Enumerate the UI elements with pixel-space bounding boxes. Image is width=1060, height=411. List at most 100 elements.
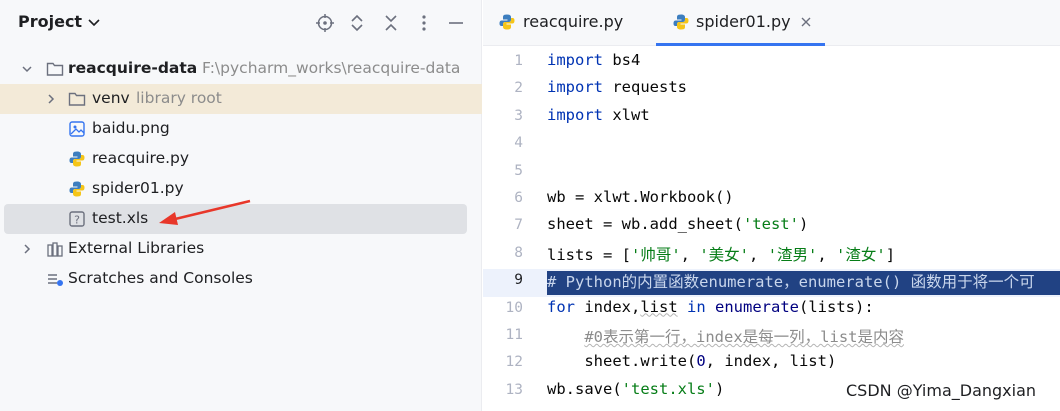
python-file-icon <box>673 14 689 30</box>
tree-item-root[interactable]: reacquire-data F:\pycharm_works\reacquir… <box>4 54 467 84</box>
line-number: 6 <box>514 190 523 206</box>
project-panel: Project reacquire-data F:\pycharm_works\… <box>0 0 482 411</box>
code-token: import <box>547 51 603 69</box>
code-token: enumerate <box>715 297 800 316</box>
tree-item-label: reacquire-data <box>68 59 198 77</box>
code-token: wb = xlwt.Workbook() <box>547 188 734 206</box>
tree-item-file[interactable]: baidu.png <box>4 114 467 144</box>
code-line[interactable]: sheet.write(0, index, list) <box>547 352 836 370</box>
tree-item-note: library root <box>136 89 222 107</box>
unknown-file-icon: ? <box>69 211 85 227</box>
tree-item-label: Scratches and Consoles <box>68 269 253 287</box>
line-number: 12 <box>505 354 523 371</box>
tree-item-label: spider01.py <box>92 179 184 197</box>
code-token: 0 <box>696 352 706 371</box>
more-options-icon[interactable] <box>414 13 434 33</box>
code-token: , <box>749 245 768 264</box>
code-token: '渣女' <box>836 245 886 264</box>
project-panel-title[interactable]: Project <box>18 12 82 31</box>
chevron-down-icon[interactable] <box>20 62 34 76</box>
code-editor: reacquire.py spider01.py 1 import bs4 2 imp… <box>483 0 1060 411</box>
tab-label: reacquire.py <box>523 12 624 31</box>
python-file-icon <box>499 14 515 30</box>
tree-item-scratches[interactable]: Scratches and Consoles <box>4 264 467 294</box>
chevron-right-icon[interactable] <box>20 242 34 256</box>
code-token: ) <box>714 379 725 398</box>
line-number: 10 <box>505 299 523 316</box>
tab-label: spider01.py <box>696 12 791 31</box>
code-line[interactable]: for index,list in enumerate(lists): <box>547 298 874 316</box>
code-token: # Python的内置函数enumerate，enumerate() 函数用于将… <box>547 273 1035 292</box>
red-arrow-annotation <box>159 199 251 225</box>
code-token: requests <box>603 78 687 97</box>
tree-item-external-libraries[interactable]: External Libraries <box>4 234 467 264</box>
project-panel-header: Project <box>0 0 482 46</box>
line-number: 7 <box>514 217 523 234</box>
tree-item-file[interactable]: reacquire.py <box>4 144 467 174</box>
code-token: bs4 <box>603 51 641 69</box>
expand-all-icon[interactable] <box>347 13 367 33</box>
tab-spider01[interactable]: spider01.py <box>656 0 825 46</box>
python-file-icon <box>69 181 85 197</box>
code-token: xlwt <box>603 105 650 124</box>
tree-item-label: test.xls <box>92 209 149 227</box>
code-line[interactable]: import bs4 <box>547 51 640 69</box>
code-token: , <box>817 245 837 264</box>
code-token: sheet.write( <box>547 352 697 371</box>
close-icon[interactable] <box>800 16 812 28</box>
library-icon <box>47 242 63 257</box>
python-file-icon <box>69 151 85 167</box>
line-number: 3 <box>514 107 523 124</box>
code-token: , <box>680 245 700 264</box>
hide-panel-icon[interactable] <box>446 13 466 33</box>
line-number: 9 <box>514 272 523 289</box>
line-number: 5 <box>514 162 523 179</box>
code-line[interactable]: lists = ['帅哥', '美女', '渣男', '渣女'] <box>547 243 895 265</box>
tree-item-label: venv <box>92 89 130 107</box>
line-number: 1 <box>514 53 523 69</box>
code-token: in <box>687 297 706 316</box>
code-token: '帅哥' <box>631 245 681 264</box>
code-token: ] <box>885 245 896 264</box>
active-tab-indicator <box>656 43 825 46</box>
watermark: CSDN @Yima_Dangxian <box>846 381 1037 400</box>
code-token: wb.save( <box>547 379 622 398</box>
code-token: for <box>547 297 575 316</box>
code-token: '渣男' <box>767 245 818 264</box>
code-token: sheet = wb.add_sheet( <box>547 215 743 234</box>
code-line[interactable]: # Python的内置函数enumerate，enumerate() 函数用于将… <box>547 270 1035 292</box>
line-number: 13 <box>505 381 523 398</box>
chevron-down-icon[interactable] <box>87 13 101 33</box>
code-token: import <box>547 78 603 97</box>
tab-reacquire[interactable]: reacquire.py <box>483 0 643 46</box>
code-token: (lists): <box>799 297 874 316</box>
tree-item-label: baidu.png <box>92 119 170 137</box>
folder-icon <box>46 62 64 76</box>
chevron-right-icon[interactable] <box>44 92 58 106</box>
line-number: 11 <box>505 327 523 343</box>
code-line[interactable]: wb.save('test.xls') <box>547 380 724 398</box>
code-token: , index, list) <box>705 352 837 371</box>
code-token: list <box>640 297 678 316</box>
code-line[interactable]: #0表示第一行，index是每一列，list是内容 <box>547 325 904 347</box>
code-token: lists = [ <box>547 245 631 264</box>
code-line[interactable]: sheet = wb.add_sheet('test') <box>547 215 808 233</box>
folder-icon <box>68 92 86 106</box>
image-file-icon <box>69 121 85 137</box>
line-number: 4 <box>514 135 523 152</box>
code-line[interactable]: import requests <box>547 78 687 96</box>
svg-text:?: ? <box>74 214 80 227</box>
code-token: 'test.xls' <box>621 379 715 398</box>
code-line[interactable]: wb = xlwt.Workbook() <box>547 188 734 206</box>
tree-item-venv[interactable]: venv library root <box>0 84 482 114</box>
tree-item-path: F:\pycharm_works\reacquire-data <box>202 59 461 77</box>
locate-icon[interactable] <box>315 13 335 33</box>
code-token: ) <box>798 215 809 234</box>
collapse-all-icon[interactable] <box>381 13 401 33</box>
line-number: 2 <box>514 80 523 97</box>
code-token: #0表示第一行，index是每一列，list是内容 <box>584 328 904 346</box>
code-line[interactable]: import xlwt <box>547 106 650 124</box>
